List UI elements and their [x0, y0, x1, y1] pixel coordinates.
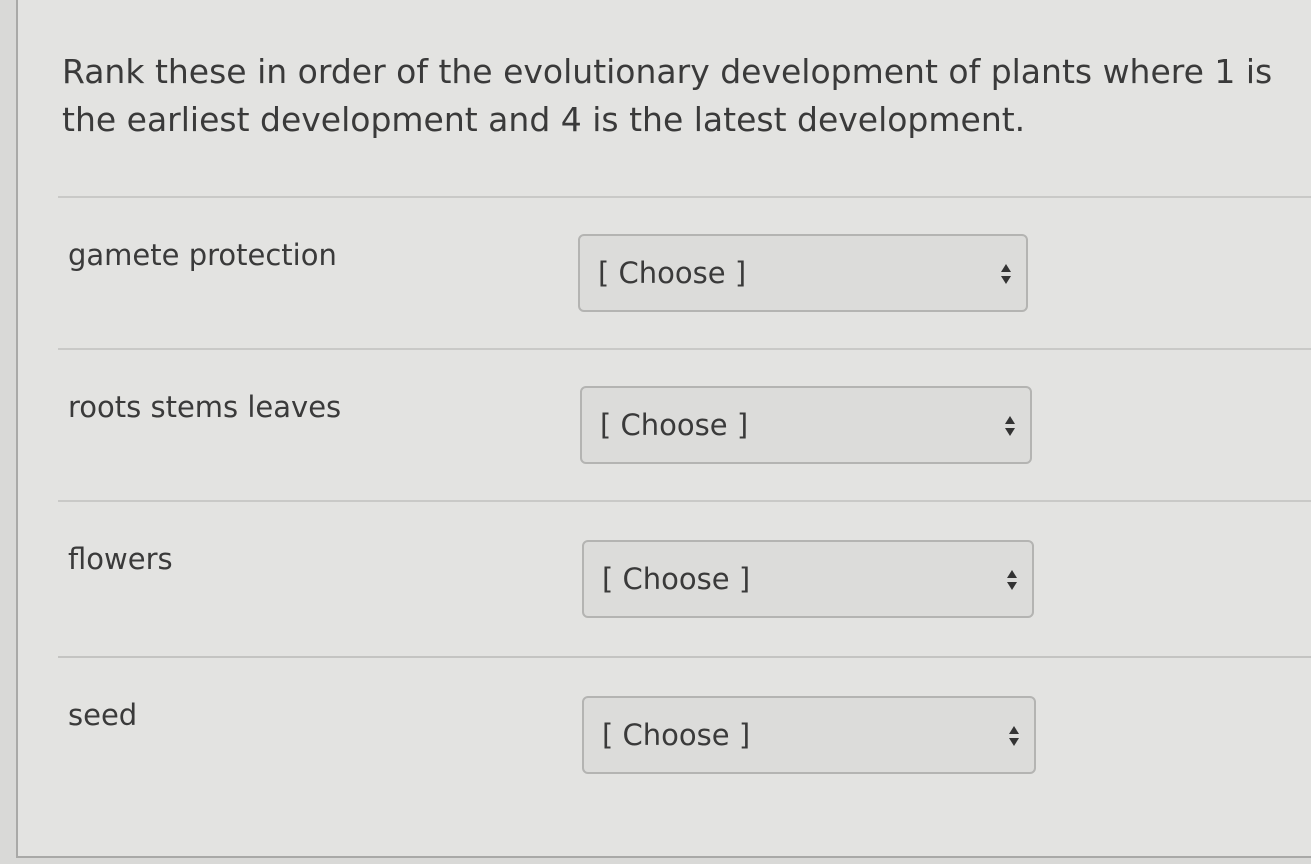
rank-select[interactable]: [ Choose ]	[580, 386, 1032, 464]
up-down-caret-icon	[1007, 570, 1017, 590]
rank-select[interactable]: [ Choose ]	[582, 696, 1036, 774]
rank-select[interactable]: [ Choose ]	[582, 540, 1034, 618]
matching-row: seed [ Choose ]	[58, 656, 1311, 810]
select-value: [ Choose ]	[600, 408, 749, 442]
select-value: [ Choose ]	[598, 256, 747, 290]
quiz-panel: Rank these in order of the evolutionary …	[16, 0, 1311, 858]
select-value: [ Choose ]	[602, 718, 751, 752]
matching-row: roots stems leaves [ Choose ]	[58, 348, 1311, 502]
row-label: flowers	[68, 542, 173, 576]
row-label: gamete protection	[68, 238, 337, 272]
row-label: seed	[68, 698, 138, 732]
matching-row: flowers [ Choose ]	[58, 500, 1311, 654]
matching-row: gamete protection [ Choose ]	[58, 196, 1311, 350]
up-down-caret-icon	[1005, 416, 1015, 436]
up-down-caret-icon	[1001, 264, 1011, 284]
question-text: Rank these in order of the evolutionary …	[62, 52, 1273, 139]
up-down-caret-icon	[1009, 726, 1019, 746]
select-value: [ Choose ]	[602, 562, 751, 596]
row-label: roots stems leaves	[68, 390, 342, 424]
rank-select[interactable]: [ Choose ]	[578, 234, 1028, 312]
